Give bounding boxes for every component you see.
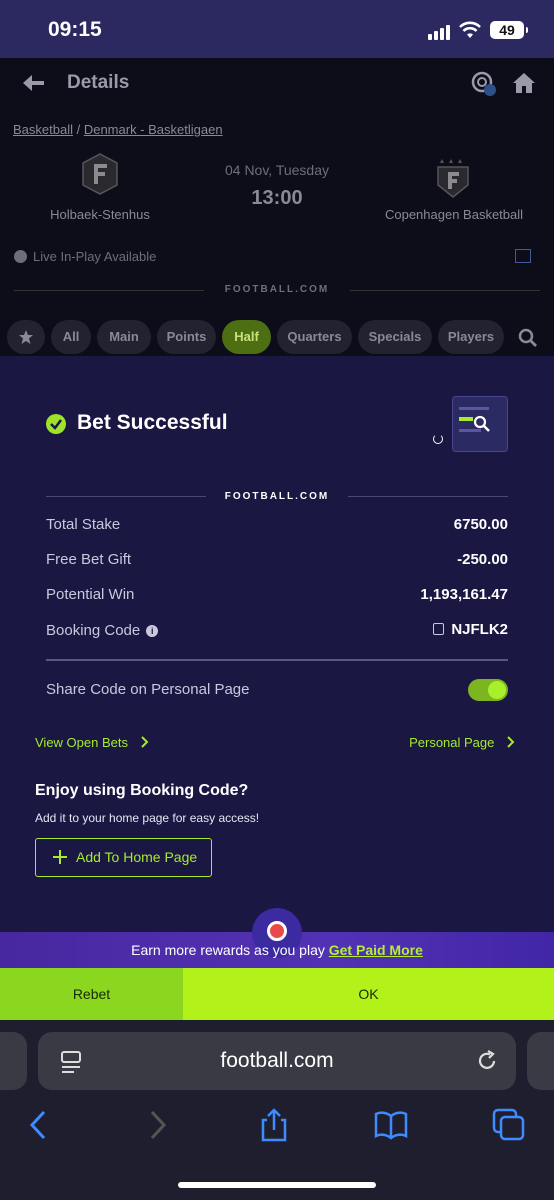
breadcrumb-league[interactable]: Denmark - Basketligaen <box>84 122 223 137</box>
check-icon <box>46 414 66 434</box>
battery-indicator: 49 <box>490 21 528 39</box>
divider <box>348 496 508 497</box>
rebet-button[interactable]: Rebet <box>0 968 183 1020</box>
previous-tab-pill[interactable] <box>0 1032 27 1090</box>
booking-code-value: NJFLK2 <box>451 621 508 638</box>
tab-players[interactable]: Players <box>438 320 504 354</box>
promo-subtitle: Add it to your home page for easy access… <box>35 811 260 825</box>
share-code-toggle[interactable] <box>468 679 508 701</box>
free-bet-value: -250.00 <box>457 551 508 568</box>
tab-favorites[interactable] <box>7 320 45 354</box>
promo-title: Enjoy using Booking Code? <box>35 782 249 799</box>
bookmarks-icon[interactable] <box>374 1108 408 1142</box>
free-bet-label: Free Bet Gift <box>46 551 132 568</box>
potential-win-value: 1,193,161.47 <box>420 586 508 603</box>
stats-chart-icon[interactable] <box>515 249 531 263</box>
share-code-label: Share Code on Personal Page <box>46 681 250 698</box>
add-to-home-label: Add To Home Page <box>76 849 198 865</box>
tab-main[interactable]: Main <box>97 320 151 354</box>
live-inplay-label: Live In-Play Available <box>14 249 156 264</box>
status-time: 09:15 <box>48 18 102 41</box>
tabs-icon[interactable] <box>492 1108 526 1142</box>
chevron-right-icon <box>507 736 515 748</box>
get-paid-more-link[interactable]: Get Paid More <box>329 942 423 958</box>
bet-success-title: Bet Successful <box>77 411 228 434</box>
rewards-text: Earn more rewards as you play Get Paid M… <box>0 942 554 958</box>
live-inplay-text: Live In-Play Available <box>33 249 157 264</box>
url-text[interactable]: football.com <box>38 1049 516 1073</box>
tab-all[interactable]: All <box>51 320 91 354</box>
loading-spinner-icon <box>433 434 443 444</box>
chevron-right-icon <box>140 736 149 748</box>
booking-code-label: Booking Code <box>46 622 141 639</box>
home-indicator <box>178 1182 376 1188</box>
next-tab-pill[interactable] <box>527 1032 554 1090</box>
play-icon <box>14 250 27 263</box>
plus-icon <box>53 850 67 864</box>
zoom-icon <box>473 415 490 432</box>
home-icon[interactable] <box>512 72 536 94</box>
personal-page-link[interactable]: Personal Page <box>409 735 516 750</box>
back-arrow-icon[interactable] <box>22 71 46 95</box>
rewards-message: Earn more rewards as you play <box>131 942 329 958</box>
tab-quarters[interactable]: Quarters <box>277 320 352 354</box>
market-tabs: All Main Points Half Quarters Specials P… <box>0 320 554 356</box>
booking-code-value-row[interactable]: NJFLK2 <box>433 621 508 638</box>
tab-specials[interactable]: Specials <box>358 320 432 354</box>
ok-button[interactable]: OK <box>183 968 554 1020</box>
search-icon[interactable] <box>518 328 538 348</box>
breadcrumb-separator: / <box>72 122 84 137</box>
share-icon[interactable] <box>257 1108 291 1142</box>
cellular-signal-icon <box>428 24 450 40</box>
page-title: Details <box>67 72 130 93</box>
view-open-bets-label: View Open Bets <box>35 735 128 750</box>
breadcrumb: Basketball / Denmark - Basketligaen <box>13 122 223 137</box>
bet-slip-thumbnail[interactable] <box>452 396 508 452</box>
breadcrumb-sport[interactable]: Basketball <box>13 122 73 137</box>
toggle-knob <box>488 681 506 699</box>
notification-icon[interactable] <box>470 70 496 96</box>
tab-half[interactable]: Half <box>222 320 271 354</box>
info-icon[interactable]: i <box>146 625 159 637</box>
personal-page-label: Personal Page <box>409 735 495 750</box>
away-team-name: Copenhagen Basketball <box>384 207 524 222</box>
browser-back-icon[interactable] <box>22 1108 56 1142</box>
booking-code-row: Booking Code i <box>46 622 159 639</box>
divider <box>46 659 508 661</box>
potential-win-label: Potential Win <box>46 586 135 603</box>
browser-forward-icon[interactable] <box>140 1108 174 1142</box>
star-icon <box>19 330 33 344</box>
tab-points[interactable]: Points <box>157 320 216 354</box>
copy-icon[interactable] <box>433 623 445 635</box>
add-to-home-button[interactable]: Add To Home Page <box>35 838 212 877</box>
wifi-icon <box>459 21 481 38</box>
divider <box>350 290 540 291</box>
total-stake-value: 6750.00 <box>453 516 508 533</box>
view-open-bets-link[interactable]: View Open Bets <box>35 735 150 750</box>
reload-icon[interactable] <box>476 1050 498 1072</box>
total-stake-label: Total Stake <box>46 516 121 533</box>
away-team-logo-icon <box>437 159 469 198</box>
